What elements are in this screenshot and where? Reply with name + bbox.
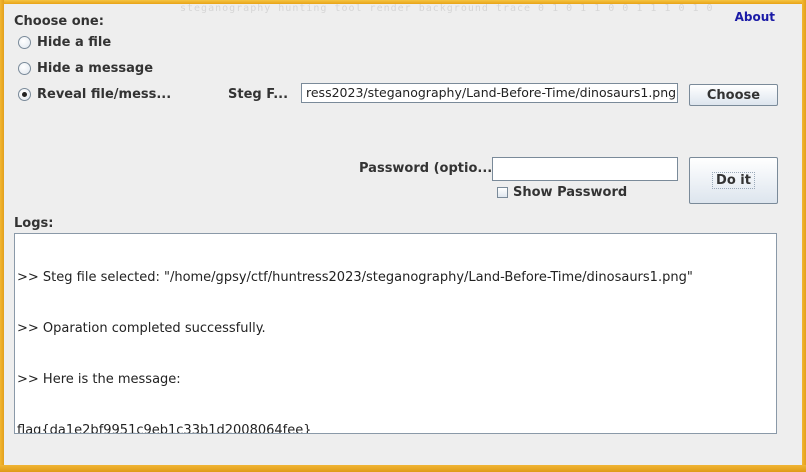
radio-reveal-label[interactable]: Reveal file/mess... xyxy=(37,87,171,102)
password-field[interactable] xyxy=(492,157,678,181)
do-it-button[interactable]: Do it xyxy=(689,157,778,204)
window-frame-left xyxy=(0,0,4,472)
log-line: flag{da1e2bf9951c9eb1c33b1d2008064fee} xyxy=(17,423,312,434)
radio-hide-file-label[interactable]: Hide a file xyxy=(37,35,111,50)
logs-text-area[interactable]: >> Steg file selected: "/home/gpsy/ctf/h… xyxy=(14,233,777,434)
show-password-label[interactable]: Show Password xyxy=(513,185,627,200)
steg-file-path-field[interactable]: ress2023/steganography/Land-Before-Time/… xyxy=(301,83,678,103)
radio-hide-message-indicator[interactable] xyxy=(18,62,31,75)
window-frame-right xyxy=(802,0,806,472)
do-it-button-label: Do it xyxy=(712,172,755,189)
choose-button-label: Choose xyxy=(706,87,761,103)
radio-hide-message[interactable]: Hide a message xyxy=(18,61,153,76)
choose-one-label: Choose one: xyxy=(14,14,104,29)
radio-reveal-indicator[interactable] xyxy=(18,88,31,101)
radio-hide-message-label[interactable]: Hide a message xyxy=(37,61,153,76)
show-password-checkbox[interactable] xyxy=(497,187,508,198)
logs-label: Logs: xyxy=(14,216,54,231)
background-artifact-text: steganography hunting tool render backgr… xyxy=(180,4,720,14)
log-line: >> Here is the message: xyxy=(17,372,181,387)
radio-reveal[interactable]: Reveal file/mess... xyxy=(18,87,171,102)
radio-hide-file-indicator[interactable] xyxy=(18,36,31,49)
log-line: >> Oparation completed successfully. xyxy=(17,321,266,336)
window-frame-bottom xyxy=(0,465,806,472)
about-link[interactable]: About xyxy=(735,10,775,24)
steg-file-label: Steg F... xyxy=(228,87,289,102)
choose-button[interactable]: Choose xyxy=(689,84,778,106)
password-label: Password (optio... xyxy=(359,161,493,176)
log-line: >> Steg file selected: "/home/gpsy/ctf/h… xyxy=(17,270,693,285)
radio-hide-file[interactable]: Hide a file xyxy=(18,35,111,50)
